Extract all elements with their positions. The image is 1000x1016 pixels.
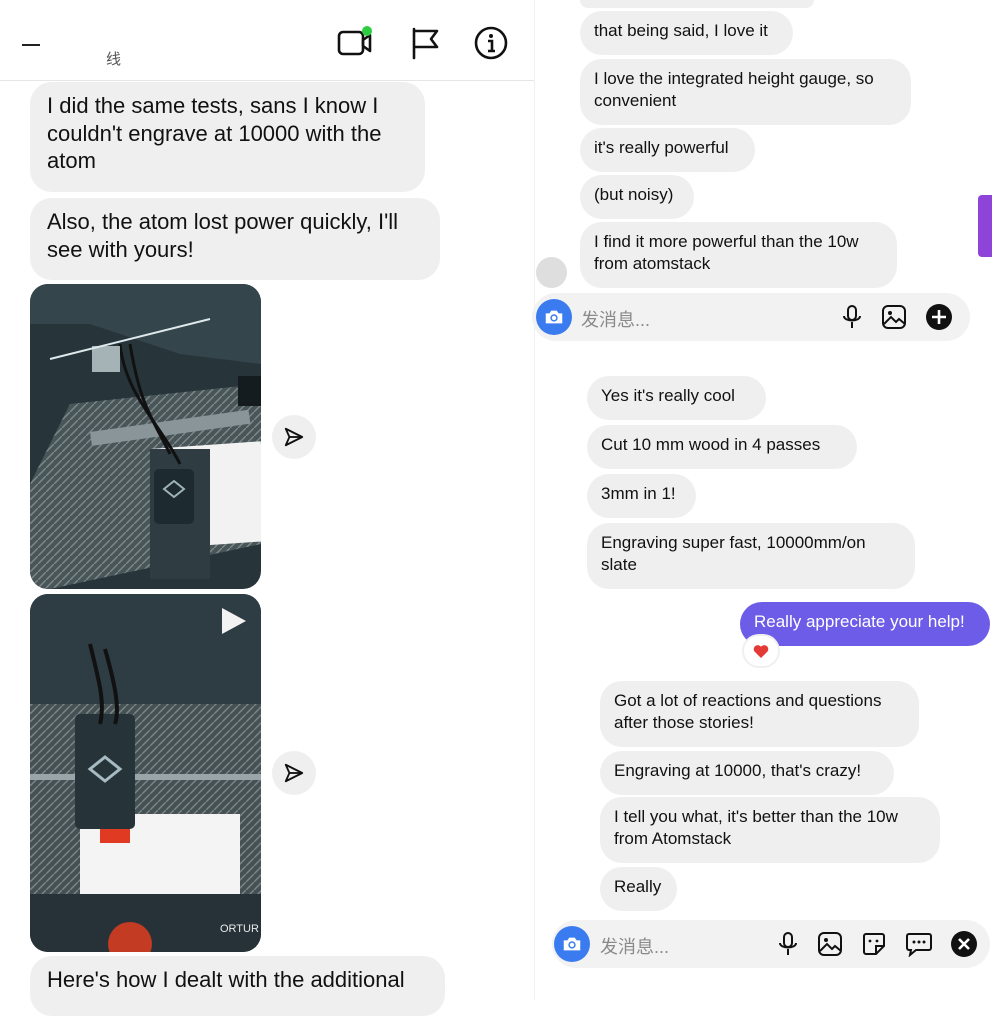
video-call-icon[interactable] xyxy=(334,22,376,64)
shared-video[interactable]: ORTUR xyxy=(30,594,261,952)
info-icon[interactable] xyxy=(470,22,512,64)
message-input[interactable]: 发消息... xyxy=(600,933,669,959)
message-bubble[interactable]: Engraving super fast, 10000mm/on slate xyxy=(587,523,915,589)
mic-icon[interactable] xyxy=(774,930,802,958)
message-bubble[interactable]: I tell you what, it's better than the 10… xyxy=(600,797,940,863)
message-bubble[interactable]: I love the integrated height gauge, so c… xyxy=(580,59,911,125)
message-bubble[interactable]: Yes it's really cool xyxy=(587,376,766,420)
back-arrow-icon[interactable] xyxy=(22,44,40,46)
message-bubble[interactable]: that being said, I love it xyxy=(580,11,793,55)
gallery-icon[interactable] xyxy=(880,303,908,331)
sticker-icon[interactable] xyxy=(860,930,888,958)
message-bubble[interactable]: Here's how I dealt with the additional xyxy=(30,956,445,1016)
side-accent-strip xyxy=(978,195,992,257)
message-bubble[interactable] xyxy=(580,0,814,8)
share-icon[interactable] xyxy=(272,415,316,459)
mic-icon[interactable] xyxy=(838,303,866,331)
message-composer: 发消息... xyxy=(532,293,970,341)
shared-photo[interactable] xyxy=(30,284,261,589)
message-bubble[interactable]: I did the same tests, sans I know I coul… xyxy=(30,82,425,192)
camera-icon[interactable] xyxy=(554,926,590,962)
laser-engraver-video-frame: ORTUR xyxy=(30,594,261,952)
add-icon[interactable] xyxy=(925,303,953,331)
message-bubble[interactable]: Also, the atom lost power quickly, I'll … xyxy=(30,198,440,280)
flag-icon[interactable] xyxy=(404,22,446,64)
message-bubble[interactable]: Got a lot of reactions and questions aft… xyxy=(600,681,919,747)
message-bubble[interactable]: Cut 10 mm wood in 4 passes xyxy=(587,425,857,469)
message-bubble[interactable]: Really xyxy=(600,867,677,911)
message-bubble[interactable]: I find it more powerful than the 10w fro… xyxy=(580,222,897,288)
message-bubble[interactable]: Engraving at 10000, that's crazy! xyxy=(600,751,894,795)
message-composer: 发消息... xyxy=(552,920,990,968)
machine-label: ORTUR xyxy=(220,923,259,935)
play-icon[interactable] xyxy=(218,606,248,641)
camera-icon[interactable] xyxy=(536,299,572,335)
share-icon[interactable] xyxy=(272,751,316,795)
message-bubble[interactable]: 3mm in 1! xyxy=(587,474,696,518)
laser-engraver-photo xyxy=(30,284,261,589)
panel-separator xyxy=(534,0,535,1000)
heart-reaction[interactable] xyxy=(744,636,778,666)
chat-title: 线 xyxy=(106,51,122,68)
message-input[interactable]: 发消息... xyxy=(581,306,650,332)
close-icon[interactable] xyxy=(950,930,978,958)
gallery-icon[interactable] xyxy=(816,930,844,958)
chat-icon[interactable] xyxy=(905,930,933,958)
header-divider xyxy=(0,80,534,81)
message-bubble[interactable]: it's really powerful xyxy=(580,128,755,172)
avatar[interactable] xyxy=(536,257,567,288)
message-bubble[interactable]: (but noisy) xyxy=(580,175,694,219)
sent-message-bubble[interactable]: Really appreciate your help! xyxy=(740,602,990,646)
